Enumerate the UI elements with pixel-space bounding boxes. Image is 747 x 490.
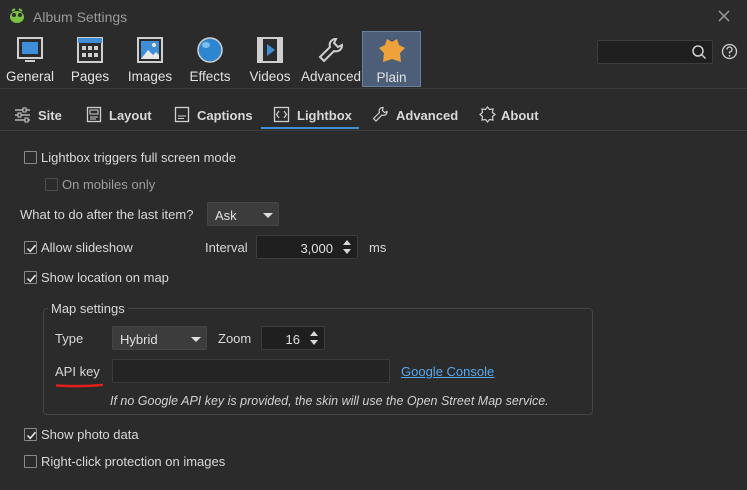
- caption-icon: [174, 106, 190, 123]
- tab-captions[interactable]: Captions: [174, 100, 254, 128]
- tab-about[interactable]: About: [479, 100, 541, 128]
- tab-label: Site: [38, 108, 62, 123]
- map-type-select[interactable]: Hybrid: [112, 326, 207, 350]
- after-last-select[interactable]: Ask: [207, 202, 279, 226]
- toolbar-label: Images: [127, 69, 173, 84]
- mobiles-only-checkbox[interactable]: [45, 178, 58, 191]
- interval-unit: ms: [369, 240, 387, 255]
- toolbar-label: Videos: [249, 69, 291, 84]
- toolbar-plain[interactable]: Plain: [362, 31, 421, 87]
- toolbar-advanced[interactable]: Advanced: [300, 31, 362, 87]
- photo-data-label: Show photo data: [41, 427, 139, 442]
- toolbar-label: Effects: [189, 69, 231, 84]
- right-click-checkbox[interactable]: [24, 455, 37, 468]
- api-key-input[interactable]: [112, 359, 390, 383]
- toolbar-general[interactable]: General: [0, 31, 60, 87]
- close-icon[interactable]: [716, 8, 732, 24]
- photo-data-checkbox[interactable]: [24, 428, 37, 441]
- zoom-label: Zoom: [218, 331, 252, 346]
- toolbar-label: Pages: [70, 69, 110, 84]
- chevron-up-icon[interactable]: [310, 331, 318, 336]
- chevron-up-icon[interactable]: [343, 240, 351, 245]
- toolbar-label: Advanced: [300, 69, 362, 84]
- badge-icon: [479, 106, 496, 123]
- tab-label: Captions: [197, 108, 253, 123]
- tab-advanced[interactable]: Advanced: [372, 100, 459, 128]
- slideshow-checkbox[interactable]: [24, 241, 37, 254]
- map-settings-title: Map settings: [48, 301, 128, 316]
- tab-label: Lightbox: [297, 108, 352, 123]
- map-type-value: Hybrid: [120, 332, 158, 347]
- google-console-link[interactable]: Google Console: [401, 364, 494, 379]
- lightbox-icon: [273, 106, 290, 123]
- toolbar-divider: [0, 88, 747, 89]
- chevron-down-icon[interactable]: [343, 249, 351, 254]
- grid-page-icon: [77, 37, 103, 63]
- tab-site[interactable]: Site: [14, 100, 74, 128]
- sliders-icon: [15, 107, 30, 123]
- interval-value: 3,000: [300, 241, 333, 256]
- mobiles-only-label: On mobiles only: [62, 177, 156, 192]
- app-logo-icon: [10, 8, 24, 23]
- location-checkbox[interactable]: [24, 271, 37, 284]
- fullscreen-checkbox[interactable]: [24, 151, 37, 164]
- sphere-icon: [197, 37, 223, 63]
- toolbar-videos[interactable]: Videos: [242, 31, 298, 87]
- red-underline-annotation: [56, 383, 103, 388]
- window-title: Album Settings: [33, 9, 128, 25]
- layout-icon: [86, 106, 102, 123]
- search-icon[interactable]: [691, 44, 707, 60]
- film-icon: [257, 37, 283, 63]
- tab-label: Advanced: [396, 108, 459, 123]
- help-icon[interactable]: [721, 43, 738, 60]
- after-last-value: Ask: [215, 208, 237, 223]
- tab-layout[interactable]: Layout: [86, 100, 156, 128]
- tabs-divider: [0, 130, 747, 131]
- check-icon: [26, 431, 37, 440]
- slideshow-label: Allow slideshow: [41, 240, 133, 255]
- monitor-icon: [17, 37, 43, 62]
- right-click-label: Right-click protection on images: [41, 454, 226, 469]
- tab-lightbox[interactable]: Lightbox: [273, 100, 353, 128]
- toolbar-images[interactable]: Images: [122, 31, 178, 87]
- tab-label: About: [501, 108, 539, 123]
- after-last-label: What to do after the last item?: [20, 207, 194, 222]
- toolbar-label: General: [5, 69, 55, 84]
- toolbar-pages[interactable]: Pages: [62, 31, 118, 87]
- check-icon: [26, 244, 37, 253]
- fullscreen-label: Lightbox triggers full screen mode: [41, 150, 237, 165]
- interval-stepper[interactable]: 3,000: [256, 235, 358, 259]
- zoom-value: 16: [285, 332, 300, 347]
- tab-label: Layout: [109, 108, 152, 123]
- map-type-label: Type: [55, 331, 84, 346]
- image-icon: [137, 37, 163, 63]
- wrench-icon: [318, 38, 343, 63]
- toolbar-label: Plain: [376, 70, 407, 85]
- chevron-down-icon: [263, 213, 273, 218]
- wrench-icon: [372, 106, 388, 122]
- zoom-stepper[interactable]: 16: [261, 326, 325, 350]
- check-icon: [26, 274, 37, 283]
- toolbar-effects[interactable]: Effects: [182, 31, 238, 87]
- interval-label: Interval: [205, 240, 248, 255]
- api-key-note: If no Google API key is provided, the sk…: [110, 394, 549, 408]
- active-tab-indicator: [261, 127, 359, 129]
- chevron-down-icon[interactable]: [310, 340, 318, 345]
- api-key-label: API key: [55, 364, 100, 379]
- location-label: Show location on map: [41, 270, 169, 285]
- leather-icon: [378, 39, 405, 62]
- chevron-down-icon: [191, 337, 201, 342]
